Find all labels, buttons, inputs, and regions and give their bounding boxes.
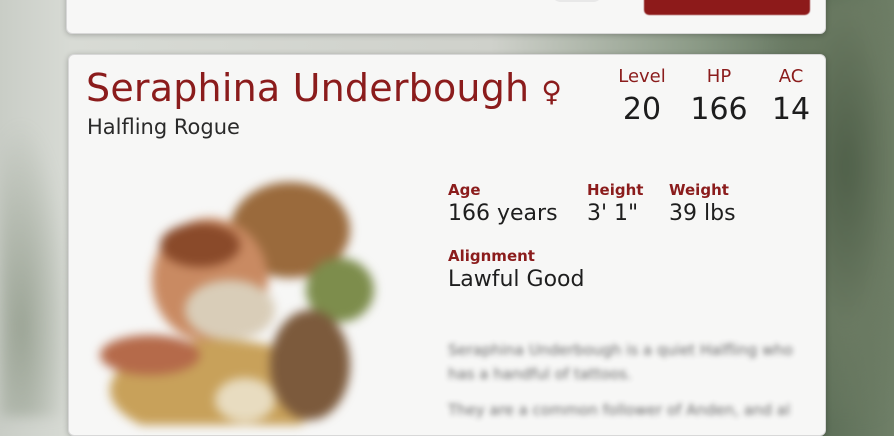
height-label: Height — [587, 181, 644, 199]
hp-label: HP — [706, 66, 732, 87]
age-label: Age — [448, 181, 481, 199]
alignment-label: Alignment — [448, 247, 535, 265]
description-paragraph: Seraphina Underbough is a quiet Halfling… — [448, 341, 793, 383]
hp-stat: HP 166 — [688, 66, 750, 130]
description-paragraph: They are a common follower of Anden, and… — [448, 401, 791, 419]
ac-stat: AC 14 — [766, 66, 816, 130]
level-stat: Level 20 — [612, 66, 672, 130]
weight-value: 39 lbs — [669, 201, 736, 226]
female-icon: ♀ — [541, 75, 562, 108]
character-name: Seraphina Underbough — [86, 66, 530, 110]
previous-card-button[interactable] — [644, 0, 810, 15]
weight-label: Weight — [669, 181, 729, 199]
level-value: 20 — [622, 92, 662, 127]
hp-value: 166 — [690, 92, 748, 127]
character-portrait — [90, 175, 390, 436]
character-header: Seraphina Underbough ♀ — [86, 64, 562, 112]
previous-card-tab — [551, 0, 603, 2]
ac-label: AC — [778, 66, 804, 87]
height-field: Height 3' 1" — [587, 180, 643, 228]
alignment-field: Alignment Lawful Good — [448, 246, 584, 294]
weight-field: Weight 39 lbs — [669, 180, 736, 228]
age-value: 166 years — [448, 201, 558, 226]
ac-value: 14 — [771, 92, 811, 127]
character-race-class: Halfling Rogue — [87, 115, 240, 139]
alignment-value: Lawful Good — [448, 267, 585, 292]
background-shape — [0, 120, 70, 417]
level-label: Level — [618, 66, 666, 87]
age-field: Age 166 years — [448, 180, 558, 228]
height-value: 3' 1" — [587, 201, 639, 226]
